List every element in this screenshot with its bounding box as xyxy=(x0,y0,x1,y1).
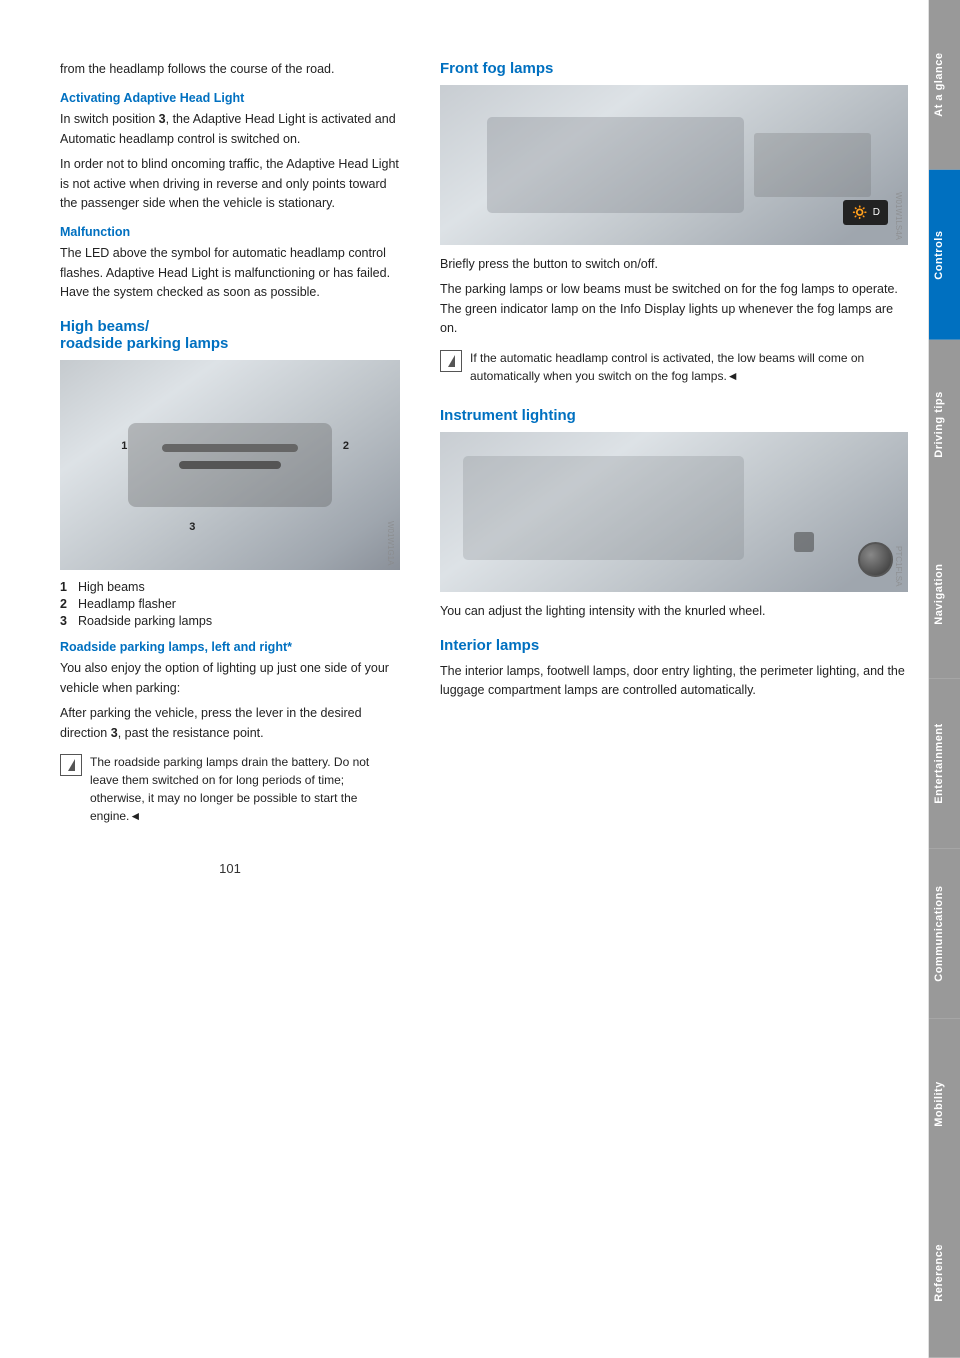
sidebar-tab-at-glance[interactable]: At a glance xyxy=(929,0,960,170)
watermark-left: W01W1G1A xyxy=(386,521,395,565)
front-fog-p1: Briefly press the button to switch on/of… xyxy=(440,255,908,274)
sidebar-tab-mobility[interactable]: Mobility xyxy=(929,1019,960,1189)
list-items: 1 High beams 2 Headlamp flasher 3 Roadsi… xyxy=(60,580,400,628)
note-fog-text: If the automatic headlamp control is act… xyxy=(470,349,908,385)
roadside-p2: After parking the vehicle, press the lev… xyxy=(60,704,400,743)
malfunction-heading: Malfunction xyxy=(60,225,400,239)
high-beams-image: 1 2 3 W01W1G1A xyxy=(60,360,400,570)
knurled-wheel xyxy=(858,542,893,577)
high-beams-heading: High beams/roadside parking lamps xyxy=(60,318,400,352)
note-icon xyxy=(60,754,82,776)
interior-heading: Interior lamps xyxy=(440,637,908,654)
img-num-1: 1 xyxy=(121,440,127,452)
interior-text: The interior lamps, footwell lamps, door… xyxy=(440,662,908,701)
activating-p1: In switch position 3, the Adaptive Head … xyxy=(60,110,400,149)
sidebar-tab-communications[interactable]: Communications xyxy=(929,849,960,1019)
note-triangle-icon xyxy=(68,759,75,771)
activating-p2: In order not to blind oncoming traffic, … xyxy=(60,155,400,213)
watermark-right-fog: W01W1LS4A xyxy=(894,192,903,240)
instrument-heading: Instrument lighting xyxy=(440,407,908,424)
front-fog-image: 🔅 D W01W1LS4A xyxy=(440,85,908,245)
watermark-right-inst: PTC1FLSA xyxy=(894,546,903,586)
img-num-3: 3 xyxy=(189,521,195,533)
roadside-p1: You also enjoy the option of lighting up… xyxy=(60,659,400,698)
front-fog-p2: The parking lamps or low beams must be s… xyxy=(440,280,908,338)
sidebar-tab-controls[interactable]: Controls xyxy=(929,170,960,340)
malfunction-text: The LED above the symbol for automatic h… xyxy=(60,244,400,302)
note-roadside: The roadside parking lamps drain the bat… xyxy=(60,753,400,831)
list-num-3: 3 xyxy=(60,614,78,628)
note-fog: If the automatic headlamp control is act… xyxy=(440,349,908,391)
sidebar-tab-reference[interactable]: Reference xyxy=(929,1188,960,1358)
sidebar-tab-navigation[interactable]: Navigation xyxy=(929,509,960,679)
roadside-heading: Roadside parking lamps, left and right* xyxy=(60,640,400,654)
list-num-2: 2 xyxy=(60,597,78,611)
page-number: 101 xyxy=(60,861,400,876)
note-fog-triangle-icon xyxy=(448,355,455,367)
img-num-2: 2 xyxy=(343,440,349,452)
intro-text: from the headlamp follows the course of … xyxy=(60,60,400,79)
list-label-2: Headlamp flasher xyxy=(78,597,176,611)
instrument-text: You can adjust the lighting intensity wi… xyxy=(440,602,908,621)
list-item-2: 2 Headlamp flasher xyxy=(60,597,400,611)
list-label-3: Roadside parking lamps xyxy=(78,614,212,628)
fog-lamp-icon: 🔅 xyxy=(851,204,868,221)
sidebar-tab-driving-tips[interactable]: Driving tips xyxy=(929,340,960,510)
list-num-1: 1 xyxy=(60,580,78,594)
front-fog-heading: Front fog lamps xyxy=(440,60,908,77)
fog-button-label: D xyxy=(873,207,880,218)
sidebar: At a glance Controls Driving tips Naviga… xyxy=(928,0,960,1358)
list-item-1: 1 High beams xyxy=(60,580,400,594)
list-label-1: High beams xyxy=(78,580,145,594)
activating-heading: Activating Adaptive Head Light xyxy=(60,91,400,105)
list-item-3: 3 Roadside parking lamps xyxy=(60,614,400,628)
sidebar-tab-entertainment[interactable]: Entertainment xyxy=(929,679,960,849)
note-roadside-text: The roadside parking lamps drain the bat… xyxy=(90,753,400,825)
instrument-image: PTC1FLSA xyxy=(440,432,908,592)
fog-button-visual: 🔅 D xyxy=(843,200,888,225)
note-fog-icon xyxy=(440,350,462,372)
